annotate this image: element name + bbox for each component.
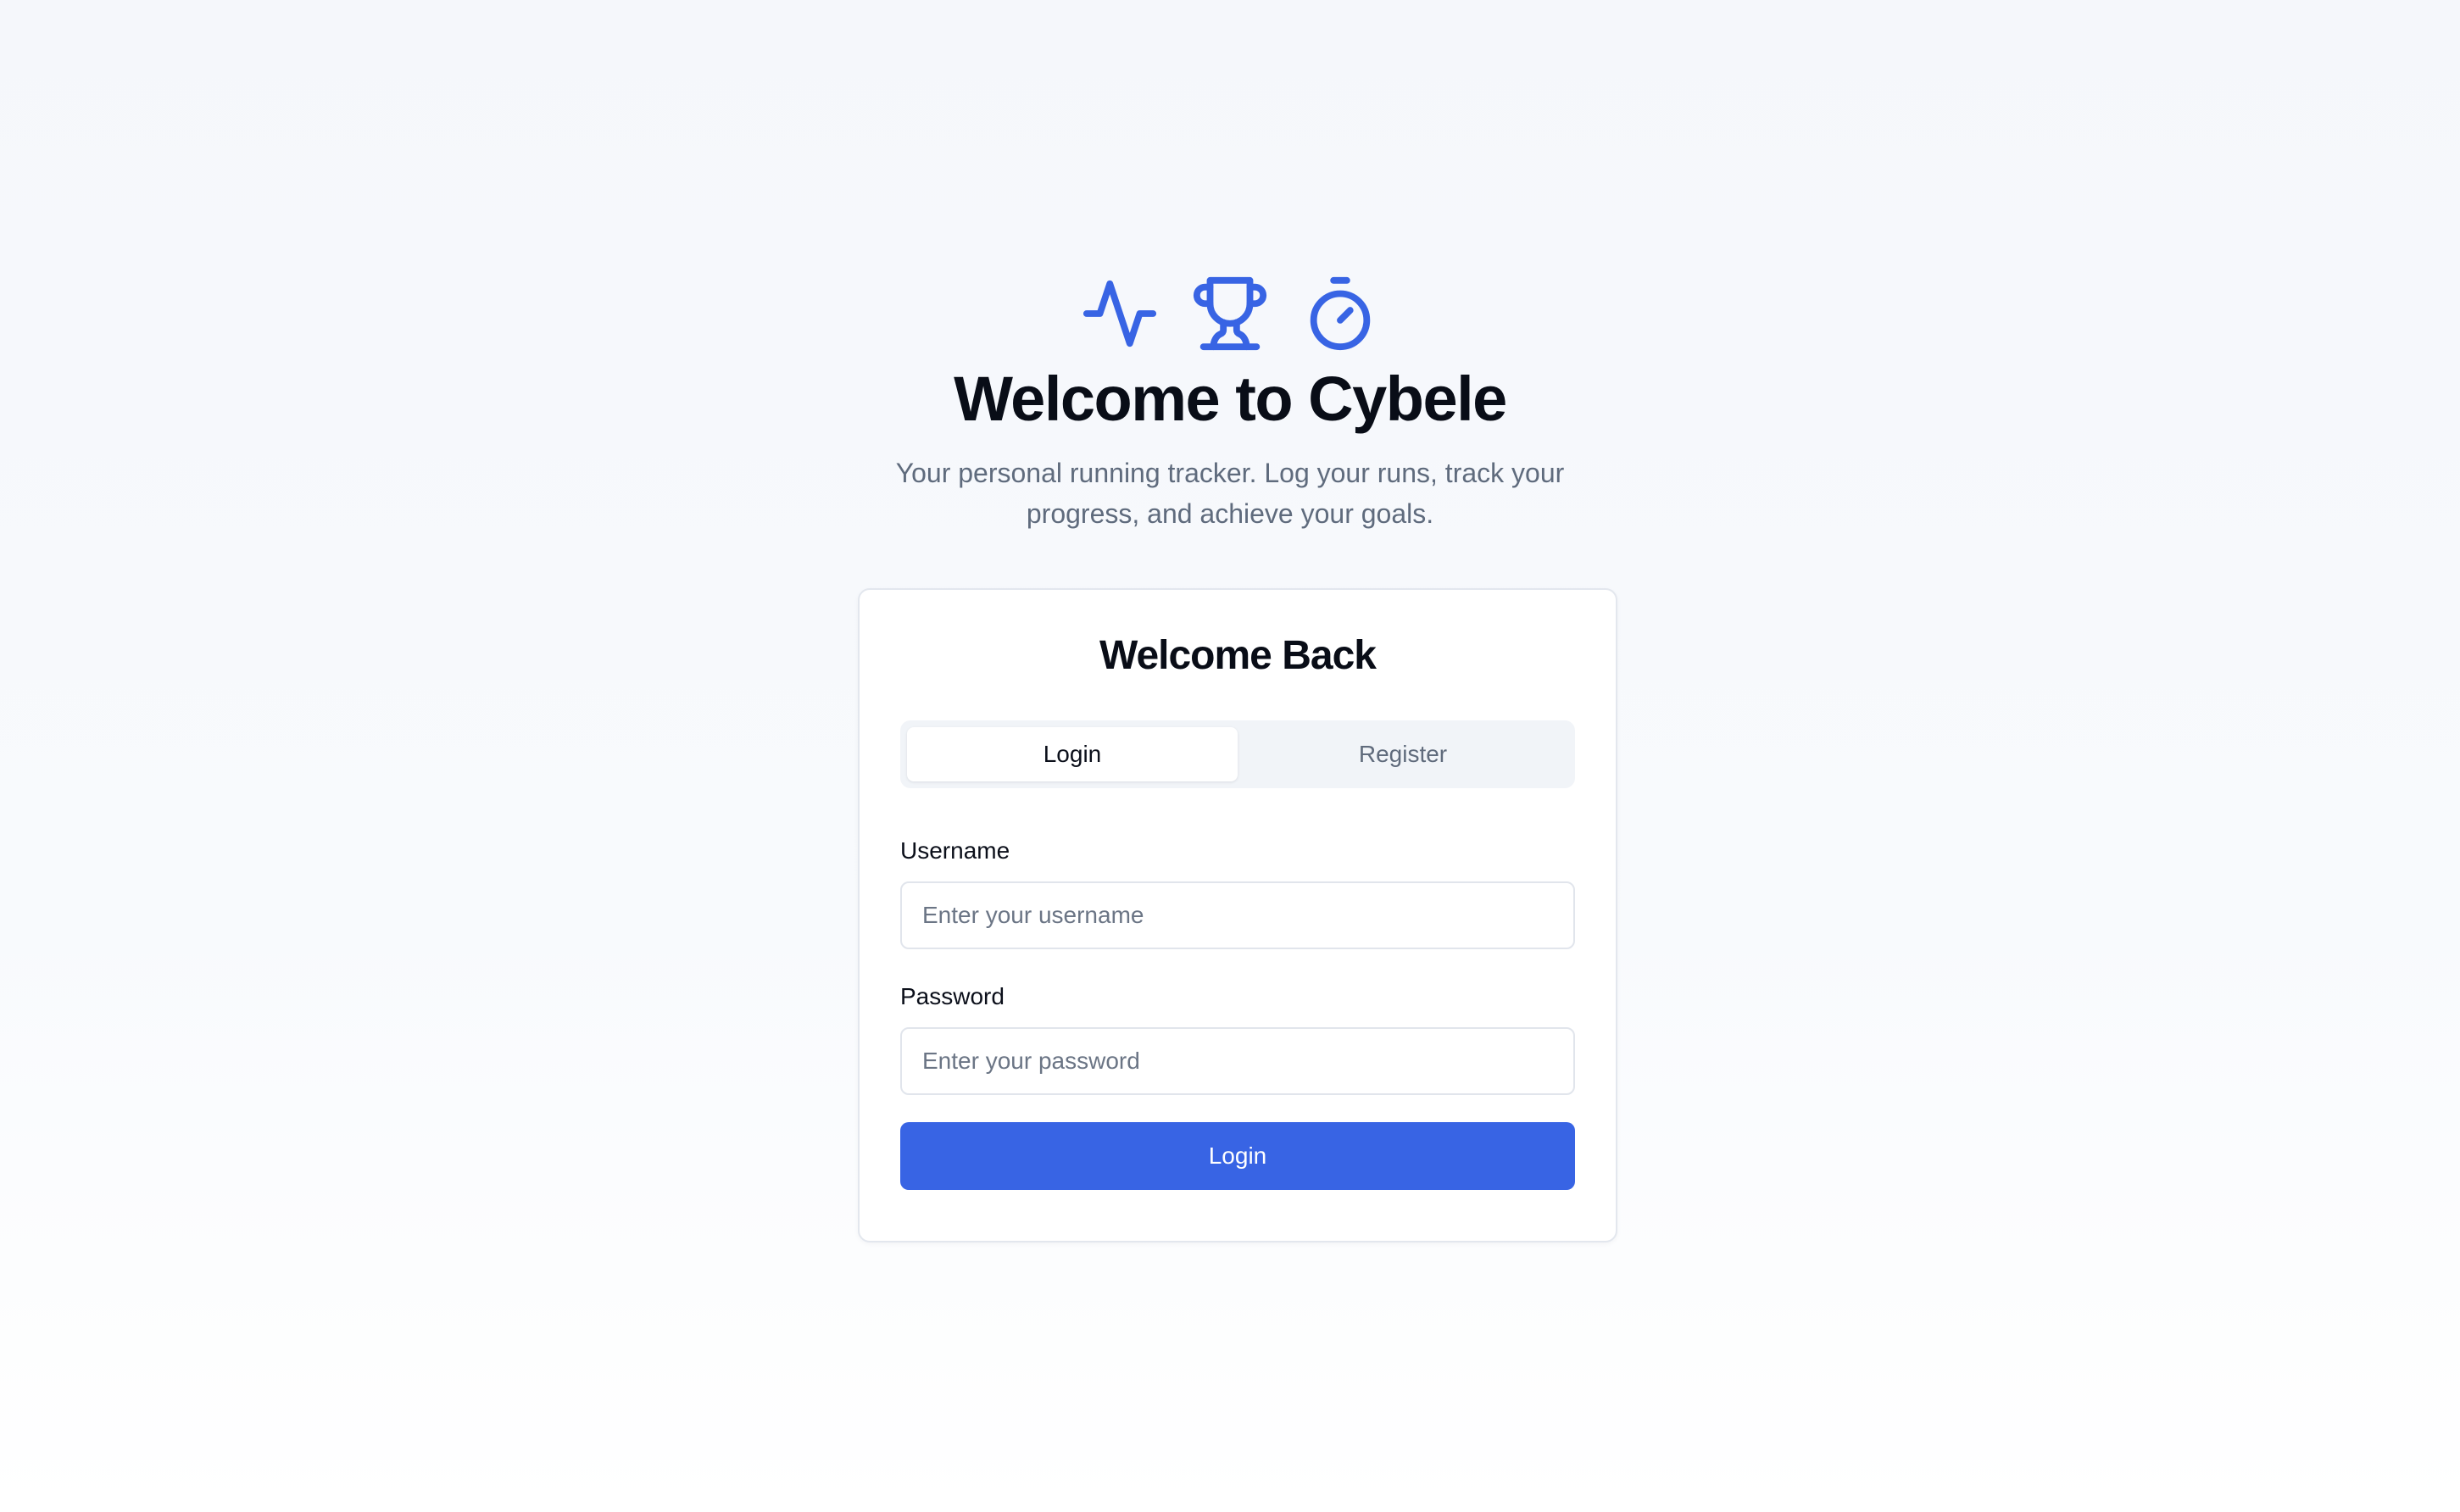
trophy-icon [1190,274,1270,353]
password-input[interactable] [900,1027,1575,1095]
page-title: Welcome to Cybele [954,364,1507,434]
username-input[interactable] [900,881,1575,949]
auth-card: Welcome Back Login Register Username Pas… [858,588,1617,1242]
username-label: Username [900,837,1010,864]
login-button[interactable]: Login [900,1122,1575,1190]
hero-section: Welcome to Cybele Your personal running … [0,271,2460,534]
tab-login[interactable]: Login [907,727,1238,781]
hero-icons [0,271,2460,356]
password-label: Password [900,983,1005,1009]
activity-icon [1080,274,1160,353]
card-title: Welcome Back [1099,633,1377,678]
auth-tabs: Login Register [900,720,1575,788]
timer-icon [1300,274,1380,353]
page-subtitle: Your personal running tracker. Log your … [895,458,1565,529]
tab-register[interactable]: Register [1238,727,1568,781]
